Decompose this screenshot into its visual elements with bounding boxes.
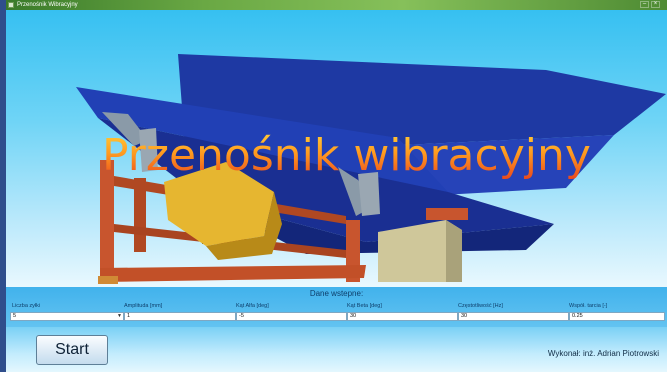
count-select[interactable]: 5 ▼ (10, 312, 124, 321)
label-frequency: Częstotliwość [Hz] (458, 303, 503, 309)
chevron-down-icon[interactable]: ▼ (117, 313, 122, 320)
close-icon[interactable]: × (651, 1, 660, 8)
friction-input[interactable]: 0.25 (569, 312, 665, 321)
count-value: 5 (13, 313, 17, 319)
alpha-input[interactable]: -5 (236, 312, 347, 321)
start-button[interactable]: Start (36, 335, 108, 365)
conveyor-illustration: Przenośnik wibracyjny (6, 10, 667, 287)
author-credit: Wykonał: inż. Adrian Piotrowski (547, 349, 659, 358)
footer: Start Wykonał: inż. Adrian Piotrowski (6, 327, 667, 372)
minimize-icon[interactable]: – (640, 1, 649, 8)
banner-title: Przenośnik wibracyjny (102, 130, 602, 182)
label-alpha: Kąt Alfa [deg] (236, 303, 269, 309)
window-title: Przenośnik Wibracyjny (17, 2, 78, 8)
beta-input[interactable]: 30 (347, 312, 458, 321)
label-amplitude: Amplituda [mm] (124, 303, 163, 309)
inputs-panel: Dane wstepne: Liczba zyłki 5 ▼ Amplituda… (6, 287, 667, 327)
label-count: Liczba zyłki (12, 303, 41, 309)
app-window: Przenośnik Wibracyjny – × Przenośnik wib… (6, 0, 667, 372)
frame-beam-bottom (100, 265, 366, 282)
foot-left (98, 276, 118, 284)
label-friction: Współ. tarcia [-] (569, 303, 608, 309)
inputs-heading: Dane wstepne: (309, 289, 364, 298)
frame-right-top (426, 208, 468, 220)
app-icon (8, 2, 14, 8)
amplitude-input[interactable]: 1 (124, 312, 236, 321)
label-beta: Kąt Beta [deg] (347, 303, 382, 309)
control-cabinet-side (446, 220, 462, 282)
window-titlebar[interactable]: Przenośnik Wibracyjny – × (6, 0, 667, 10)
frequency-input[interactable]: 30 (458, 312, 569, 321)
